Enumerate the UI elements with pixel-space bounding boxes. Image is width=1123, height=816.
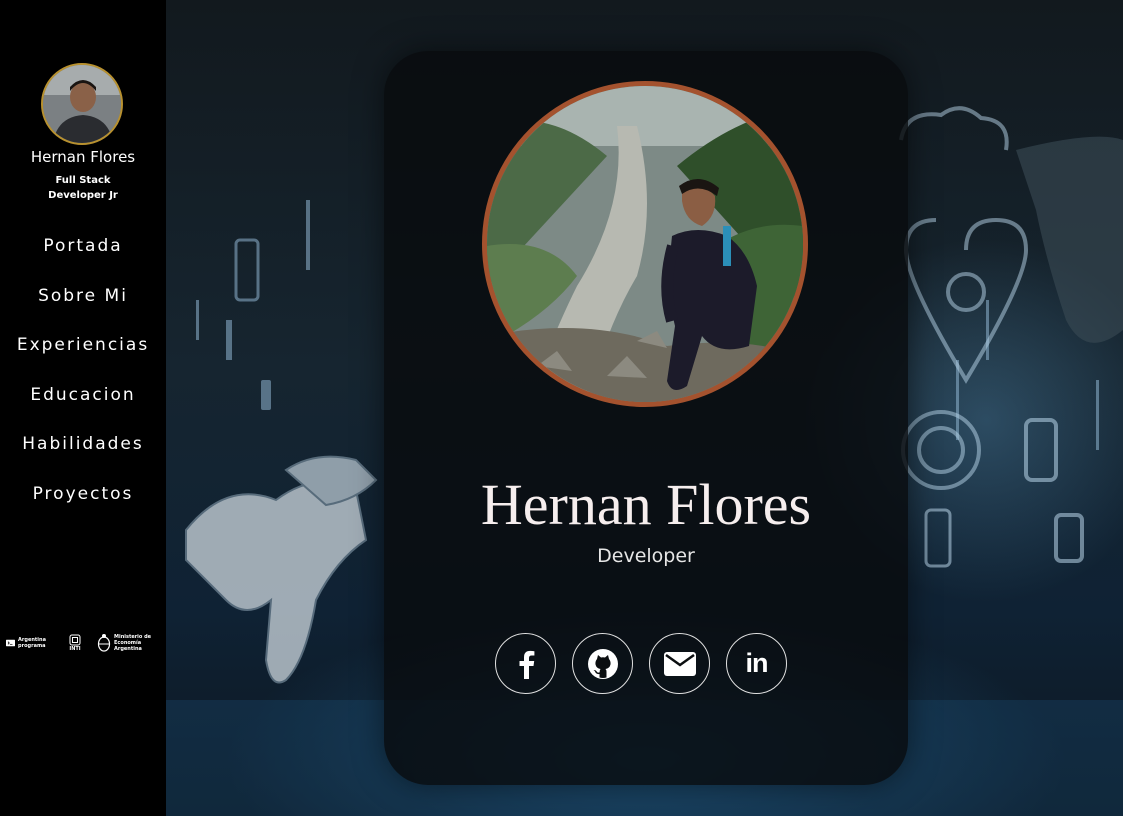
- nav-item-proyectos[interactable]: Proyectos: [0, 481, 166, 531]
- profile-card: Hernan Flores Developer in: [384, 51, 908, 785]
- ministerio-logo: Ministerio de Economía Argentina: [97, 633, 166, 653]
- envelope-icon: [663, 651, 696, 676]
- social-links: in: [495, 633, 787, 694]
- facebook-button[interactable]: [495, 633, 556, 694]
- argentina-programa-logo: Argentina programa: [6, 637, 55, 649]
- avatar: [41, 63, 123, 145]
- profile-role: Developer: [597, 545, 695, 567]
- avatar-photo: [43, 65, 121, 143]
- nav-item-habilidades[interactable]: Habilidades: [0, 431, 166, 481]
- github-button[interactable]: [572, 633, 633, 694]
- sidebar-nav: Portada Sobre Mi Experiencias Educacion …: [0, 233, 166, 530]
- inti-mark-icon: [69, 634, 81, 646]
- inti-logo: INTI: [69, 634, 81, 652]
- nav-item-experiencias[interactable]: Experiencias: [0, 332, 166, 382]
- nav-item-portada[interactable]: Portada: [0, 233, 166, 283]
- nav-item-sobre-mi[interactable]: Sobre Mi: [0, 283, 166, 333]
- email-button[interactable]: [649, 633, 710, 694]
- github-icon: [587, 648, 618, 679]
- hero-section: Hernan Flores Developer in: [166, 0, 1123, 816]
- coat-of-arms-icon: [97, 634, 111, 652]
- nav-item-educacion[interactable]: Educacion: [0, 382, 166, 432]
- sidebar: Hernan Flores Full Stack Developer Jr Po…: [0, 0, 166, 816]
- sidebar-name: Hernan Flores: [30, 148, 136, 166]
- mountain-valley-photo: [487, 86, 803, 402]
- linkedin-icon: in: [745, 648, 769, 678]
- facebook-icon: [519, 650, 534, 679]
- profile-name: Hernan Flores: [480, 472, 812, 537]
- terminal-icon: [6, 639, 16, 647]
- profile-photo: [482, 81, 808, 407]
- sponsor-logos: Argentina programa INTI Ministerio de Ec…: [6, 630, 166, 656]
- linkedin-button[interactable]: in: [726, 633, 787, 694]
- sidebar-role: Full Stack Developer Jr: [48, 175, 118, 201]
